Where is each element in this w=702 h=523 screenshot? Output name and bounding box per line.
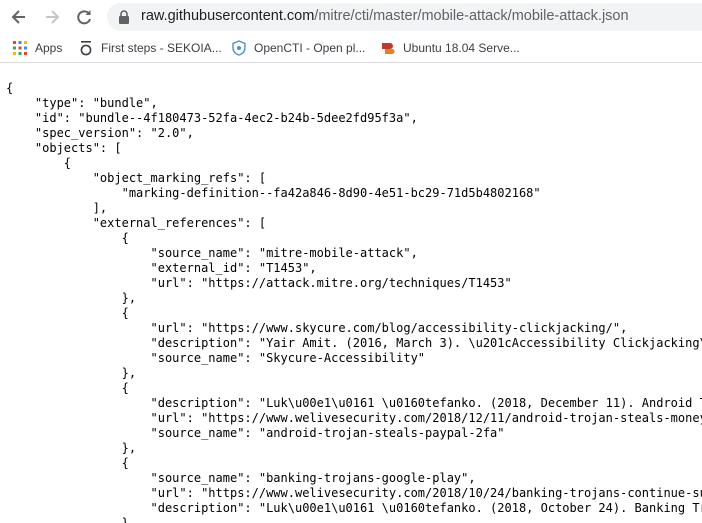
json-line: {	[6, 306, 129, 320]
json-line: "description": "Yair Amit. (2016, March …	[6, 336, 702, 350]
bookmarks-bar: Apps First steps - SEKOIA... OpenCTI - O…	[0, 33, 702, 63]
json-line: "objects": [	[6, 141, 122, 155]
ubuntu-server-icon	[380, 40, 396, 56]
json-line: "url": "https://www.skycure.com/blog/acc…	[6, 321, 628, 335]
bookmark-label: First steps - SEKOIA...	[101, 40, 222, 55]
json-line: "object_marking_refs": [	[6, 171, 267, 185]
bookmark-label: Apps	[35, 40, 63, 55]
bookmark-sekoia[interactable]: First steps - SEKOIA...	[78, 33, 222, 62]
bookmark-apps[interactable]: Apps	[12, 33, 62, 62]
url-path: /mitre/cti/master/mobile-attack/mobile-a…	[314, 8, 629, 24]
address-bar[interactable]: raw.githubusercontent.com/mitre/cti/mast…	[107, 3, 702, 31]
opencti-shield-icon	[231, 39, 247, 56]
json-line: ],	[6, 201, 108, 215]
json-line: "source_name": "Skycure-Accessibility"	[6, 351, 426, 365]
json-line: "description": "Luk\u00e1\u0161 \u0160te…	[6, 396, 702, 410]
json-line: "description": "Luk\u00e1\u0161 \u0160te…	[6, 501, 702, 515]
bookmark-ubuntu[interactable]: Ubuntu 18.04 Serve...	[380, 33, 520, 62]
apps-grid-icon	[12, 40, 28, 56]
forward-arrow-icon	[46, 10, 60, 24]
json-line: "external_id": "T1453",	[6, 261, 317, 275]
json-viewer: { "type": "bundle", "id": "bundle--4f180…	[6, 81, 702, 523]
json-line: "url": "https://www.welivesecurity.com/2…	[6, 486, 702, 500]
page-content: { "type": "bundle", "id": "bundle--4f180…	[0, 63, 702, 523]
forward-button[interactable]	[41, 6, 63, 28]
url-host: raw.githubusercontent.com	[141, 8, 315, 24]
json-line: },	[6, 291, 137, 305]
json-line: {	[6, 381, 129, 395]
json-line: "source_name": "android-trojan-steals-pa…	[6, 426, 505, 440]
json-line: "marking-definition--fa42a846-8d90-4e51-…	[6, 186, 541, 200]
json-line: },	[6, 441, 137, 455]
reload-icon	[77, 10, 91, 25]
url-text: raw.githubusercontent.com/mitre/cti/mast…	[141, 8, 629, 24]
reload-button[interactable]	[73, 6, 95, 28]
bookmark-label: OpenCTI - Open pl...	[254, 40, 366, 55]
json-line: "spec_version": "2.0",	[6, 126, 194, 140]
json-line: "source_name": "banking-trojans-google-p…	[6, 471, 476, 485]
json-line: },	[6, 516, 137, 523]
sekoia-icon	[78, 40, 94, 56]
bookmark-opencti[interactable]: OpenCTI - Open pl...	[231, 33, 365, 62]
json-line: {	[6, 456, 129, 470]
back-button[interactable]	[8, 6, 30, 28]
json-line: "url": "https://www.welivesecurity.com/2…	[6, 411, 702, 425]
json-line: "source_name": "mitre-mobile-attack",	[6, 246, 418, 260]
bookmark-label: Ubuntu 18.04 Serve...	[403, 40, 520, 55]
json-line: {	[6, 156, 72, 170]
lock-icon	[119, 10, 129, 24]
json-line: {	[6, 81, 14, 95]
json-line: {	[6, 231, 129, 245]
browser-toolbar: raw.githubusercontent.com/mitre/cti/mast…	[0, 0, 702, 33]
json-line: "id": "bundle--4f180473-52fa-4ec2-b24b-5…	[6, 111, 418, 125]
json-line: "external_references": [	[6, 216, 267, 230]
json-line: "type": "bundle",	[6, 96, 158, 110]
back-arrow-icon	[11, 10, 25, 24]
json-line: },	[6, 366, 137, 380]
json-line: "url": "https://attack.mitre.org/techniq…	[6, 276, 512, 290]
